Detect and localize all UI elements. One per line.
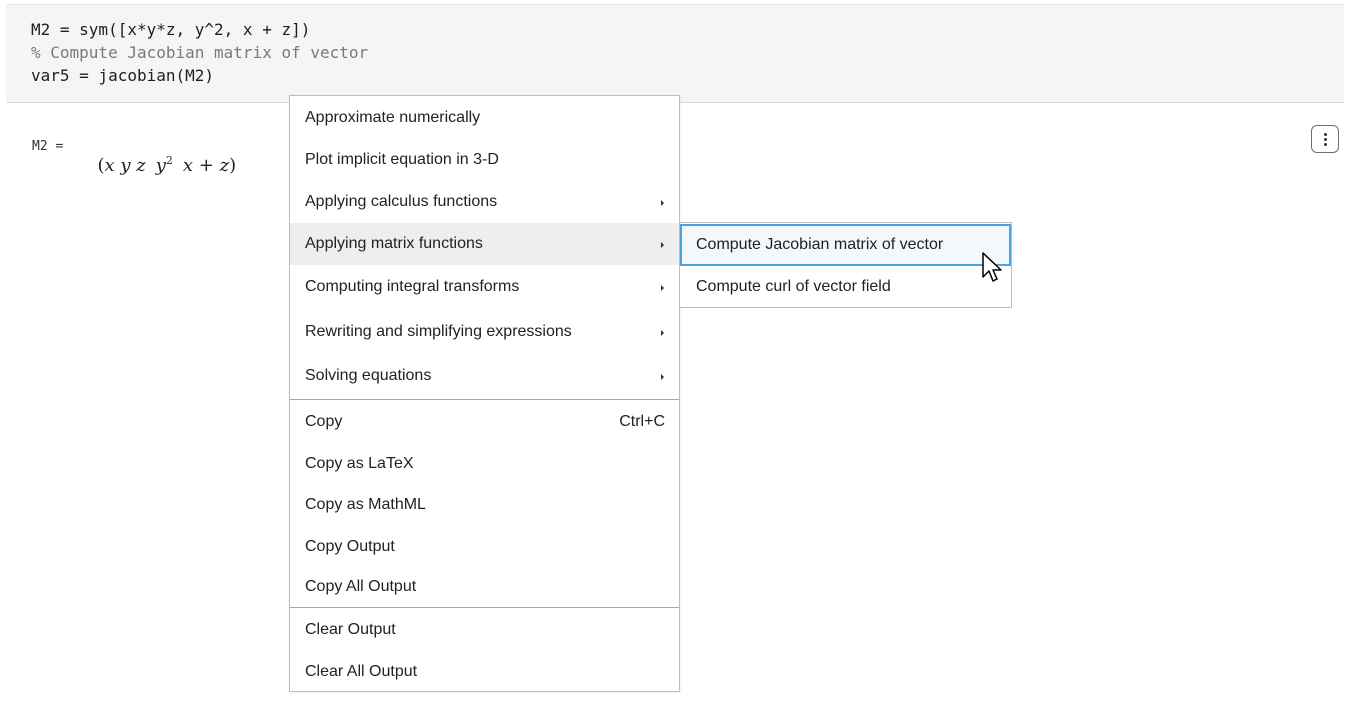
submenu-arrow-icon xyxy=(661,242,664,248)
menu-item-copy-latex[interactable]: Copy as LaTeX xyxy=(290,443,679,485)
menu-item-approximate-numerically[interactable]: Approximate numerically xyxy=(290,97,679,139)
submenu-arrow-icon xyxy=(661,374,664,380)
copy-shortcut: Ctrl+C xyxy=(619,413,665,430)
context-menu: Approximate numerically Plot implicit eq… xyxy=(289,95,680,692)
menu-item-clear-output[interactable]: Clear Output xyxy=(290,609,679,651)
menu-item-copy[interactable]: Copy Ctrl+C xyxy=(290,401,679,443)
code-line-sym[interactable]: M2 = sym([x*y*z, y^2, x + z]) xyxy=(31,19,310,41)
code-line-comment[interactable]: % Compute Jacobian matrix of vector xyxy=(31,42,368,64)
menu-item-clear-all-output[interactable]: Clear All Output xyxy=(290,651,679,693)
menu-item-plot-implicit[interactable]: Plot implicit equation in 3-D xyxy=(290,139,679,181)
output-symbolic-vector[interactable]: (x y z y2 x + z) xyxy=(86,133,236,176)
matrix-functions-submenu: Compute Jacobian matrix of vector Comput… xyxy=(679,222,1012,308)
menu-item-copy-mathml[interactable]: Copy as MathML xyxy=(290,484,679,526)
menu-item-copy-all-output[interactable]: Copy All Output xyxy=(290,566,679,608)
output-options-button[interactable] xyxy=(1311,125,1339,153)
menu-item-calculus-functions[interactable]: Applying calculus functions xyxy=(290,181,679,223)
vector-element-3: x + z xyxy=(182,155,230,176)
vector-element-2-exponent: 2 xyxy=(165,154,173,167)
code-editor-block[interactable]: M2 = sym([x*y*z, y^2, x + z]) % Compute … xyxy=(6,4,1344,103)
submenu-item-jacobian[interactable]: Compute Jacobian matrix of vector xyxy=(680,224,1011,266)
submenu-arrow-icon xyxy=(661,200,664,206)
menu-item-integral-transforms[interactable]: Computing integral transforms xyxy=(290,266,679,308)
menu-item-solving-equations[interactable]: Solving equations xyxy=(290,355,679,397)
menu-item-rewriting-simplifying[interactable]: Rewriting and simplifying expressions xyxy=(290,311,679,353)
menu-separator xyxy=(290,399,679,400)
code-line-jacobian[interactable]: var5 = jacobian(M2) xyxy=(31,65,214,87)
submenu-item-curl[interactable]: Compute curl of vector field xyxy=(680,266,1011,308)
menu-item-copy-output[interactable]: Copy Output xyxy=(290,526,679,568)
close-paren: ) xyxy=(229,155,237,176)
vector-element-2-base: y xyxy=(155,155,166,176)
menu-separator xyxy=(290,607,679,608)
submenu-arrow-icon xyxy=(661,285,664,291)
submenu-arrow-icon xyxy=(661,330,664,336)
menu-item-matrix-functions[interactable]: Applying matrix functions xyxy=(290,223,679,265)
output-variable-label: M2 = xyxy=(32,139,64,154)
vector-element-1: x y z xyxy=(104,155,146,176)
mouse-pointer-icon xyxy=(982,252,1002,282)
